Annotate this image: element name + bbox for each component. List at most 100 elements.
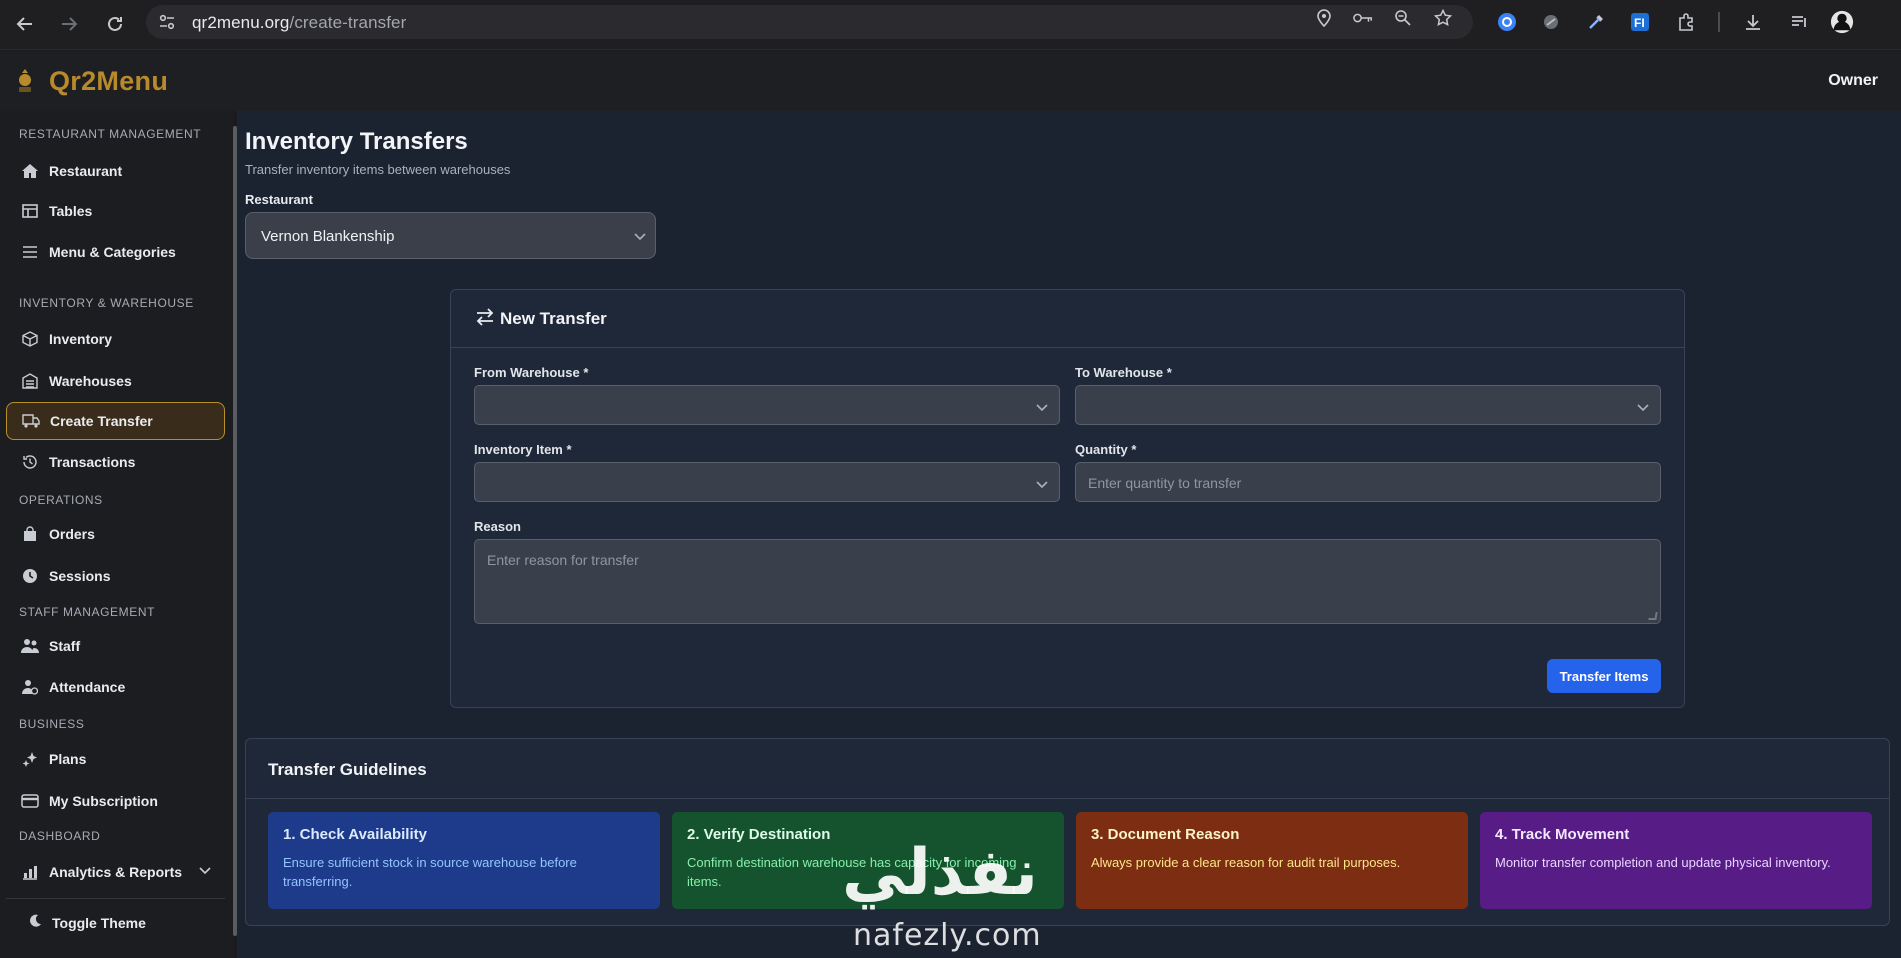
guideline-title: 3. Document Reason [1091, 826, 1240, 843]
forward-icon[interactable] [55, 10, 83, 38]
guideline-track-movement: 4. Track Movement Monitor transfer compl… [1480, 812, 1872, 909]
download-icon[interactable] [1741, 10, 1765, 34]
sidebar-item-label: Transactions [49, 454, 136, 470]
media-queue-icon[interactable] [1787, 10, 1811, 34]
sidebar-item-menu-categories[interactable]: Menu & Categories [6, 233, 225, 271]
sidebar-item-warehouses[interactable]: Warehouses [6, 362, 225, 400]
sidebar-item-transactions[interactable]: Transactions [6, 443, 225, 481]
eyedropper-icon[interactable] [1584, 10, 1608, 34]
extension-fi-icon[interactable]: FI [1628, 10, 1652, 34]
to-warehouse-select[interactable] [1075, 385, 1661, 425]
browser-toolbar: qr2menu.org/create-transfer FI [0, 0, 1901, 50]
chevron-down-icon [1036, 401, 1048, 415]
reason-label: Reason [474, 519, 521, 534]
from-warehouse-select[interactable] [474, 385, 1060, 425]
page-subtitle: Transfer inventory items between warehou… [245, 162, 511, 177]
watermark-latin: nafezly.com [853, 918, 1042, 953]
sidebar-item-label: Warehouses [49, 373, 132, 389]
extension-blue-icon[interactable] [1495, 10, 1519, 34]
quantity-placeholder: Enter quantity to transfer [1088, 475, 1242, 491]
clock-icon [20, 566, 40, 586]
svg-text:FI: FI [1634, 16, 1645, 30]
home-icon [20, 161, 40, 181]
sidebar-divider [6, 898, 225, 899]
address-bar[interactable]: qr2menu.org/create-transfer [146, 5, 1473, 39]
sidebar-item-label: Sessions [49, 568, 111, 584]
section-title-staff-management: STAFF MANAGEMENT [19, 605, 156, 619]
guidelines-divider [245, 798, 1890, 799]
history-icon [20, 452, 40, 472]
guideline-text: Ensure sufficient stock in source wareho… [283, 855, 577, 889]
truck-transfer-icon [21, 411, 41, 431]
sidebar-item-label: Staff [49, 638, 81, 654]
from-warehouse-label: From Warehouse * [474, 365, 589, 380]
guideline-text: Monitor transfer completion and update p… [1495, 855, 1831, 870]
sidebar-item-my-subscription[interactable]: My Subscription [6, 782, 225, 820]
sidebar-item-staff[interactable]: Staff [6, 627, 225, 665]
sidebar-item-create-transfer[interactable]: Create Transfer [6, 402, 225, 440]
location-icon[interactable] [1314, 8, 1334, 28]
sidebar-item-attendance[interactable]: Attendance [6, 668, 225, 706]
new-transfer-card-header: New Transfer [450, 289, 1685, 348]
sidebar-item-label: Menu & Categories [49, 244, 176, 260]
zoom-icon[interactable] [1393, 8, 1413, 28]
bookmark-star-icon[interactable] [1433, 8, 1453, 28]
toggle-theme-button[interactable]: Toggle Theme [28, 914, 146, 931]
reason-textarea[interactable]: Enter reason for transfer [474, 539, 1661, 624]
chevron-down-icon [1036, 478, 1048, 492]
sidebar-item-plans[interactable]: Plans [6, 740, 225, 778]
credit-card-icon [20, 791, 40, 811]
reload-icon[interactable] [101, 10, 129, 38]
table-icon [20, 201, 40, 221]
key-icon[interactable] [1353, 8, 1373, 28]
section-title-dashboard: DASHBOARD [19, 829, 101, 843]
sidebar-item-label: Inventory [49, 331, 113, 347]
section-title-inventory-warehouse: INVENTORY & WAREHOUSE [19, 296, 194, 310]
users-icon [20, 636, 40, 656]
sidebar-item-label: Restaurant [49, 163, 123, 179]
logo-icon[interactable] [14, 68, 36, 94]
guideline-document-reason: 3. Document Reason Always provide a clea… [1076, 812, 1468, 909]
back-icon[interactable] [11, 10, 39, 38]
sidebar-item-analytics-reports[interactable]: Analytics & Reports [6, 853, 225, 891]
sidebar-item-orders[interactable]: Orders [6, 515, 225, 553]
warehouse-icon [20, 371, 40, 391]
sidebar-item-sessions[interactable]: Sessions [6, 557, 225, 595]
shopping-bag-icon [20, 524, 40, 544]
restaurant-select-value: Vernon Blankenship [261, 228, 395, 245]
reason-placeholder: Enter reason for transfer [487, 552, 639, 568]
toolbar-divider [1718, 12, 1720, 32]
restaurant-select[interactable]: Vernon Blankenship [245, 212, 656, 259]
restaurant-label: Restaurant [245, 192, 313, 207]
inventory-item-select[interactable] [474, 462, 1060, 502]
sidebar-item-label: Create Transfer [50, 413, 153, 429]
to-warehouse-label: To Warehouse * [1075, 365, 1172, 380]
transfer-items-button[interactable]: Transfer Items [1547, 659, 1661, 693]
app-logo-text[interactable]: Qr2Menu [49, 66, 168, 97]
sidebar-item-inventory[interactable]: Inventory [6, 320, 225, 358]
guideline-title: 1. Check Availability [283, 826, 427, 843]
profile-avatar[interactable] [1830, 10, 1854, 34]
guideline-title: 4. Track Movement [1495, 826, 1630, 843]
site-info-icon[interactable] [158, 13, 176, 31]
sidebar-item-tables[interactable]: Tables [6, 192, 225, 230]
section-title-restaurant-management: RESTAURANT MANAGEMENT [19, 127, 202, 141]
sparkles-icon [20, 749, 40, 769]
chevron-down-icon[interactable] [199, 864, 211, 878]
guidelines-title: Transfer Guidelines [268, 760, 427, 779]
extension-gray-icon[interactable] [1539, 10, 1563, 34]
sidebar-item-restaurant[interactable]: Restaurant [6, 152, 225, 190]
transfer-arrows-icon [475, 308, 495, 332]
chevron-down-icon [1637, 401, 1649, 415]
quantity-input[interactable]: Enter quantity to transfer [1075, 462, 1661, 502]
section-title-business: BUSINESS [19, 717, 85, 731]
user-clock-icon [20, 677, 40, 697]
guideline-text: Always provide a clear reason for audit … [1091, 855, 1401, 870]
resize-handle[interactable] [1648, 612, 1658, 620]
box-icon [20, 329, 40, 349]
sidebar-item-label: Plans [49, 751, 87, 767]
extensions-puzzle-icon[interactable] [1674, 10, 1698, 34]
sidebar-item-label: Attendance [49, 679, 126, 695]
chevron-down-icon [634, 230, 646, 244]
user-role-menu[interactable]: Owner [1828, 72, 1878, 90]
